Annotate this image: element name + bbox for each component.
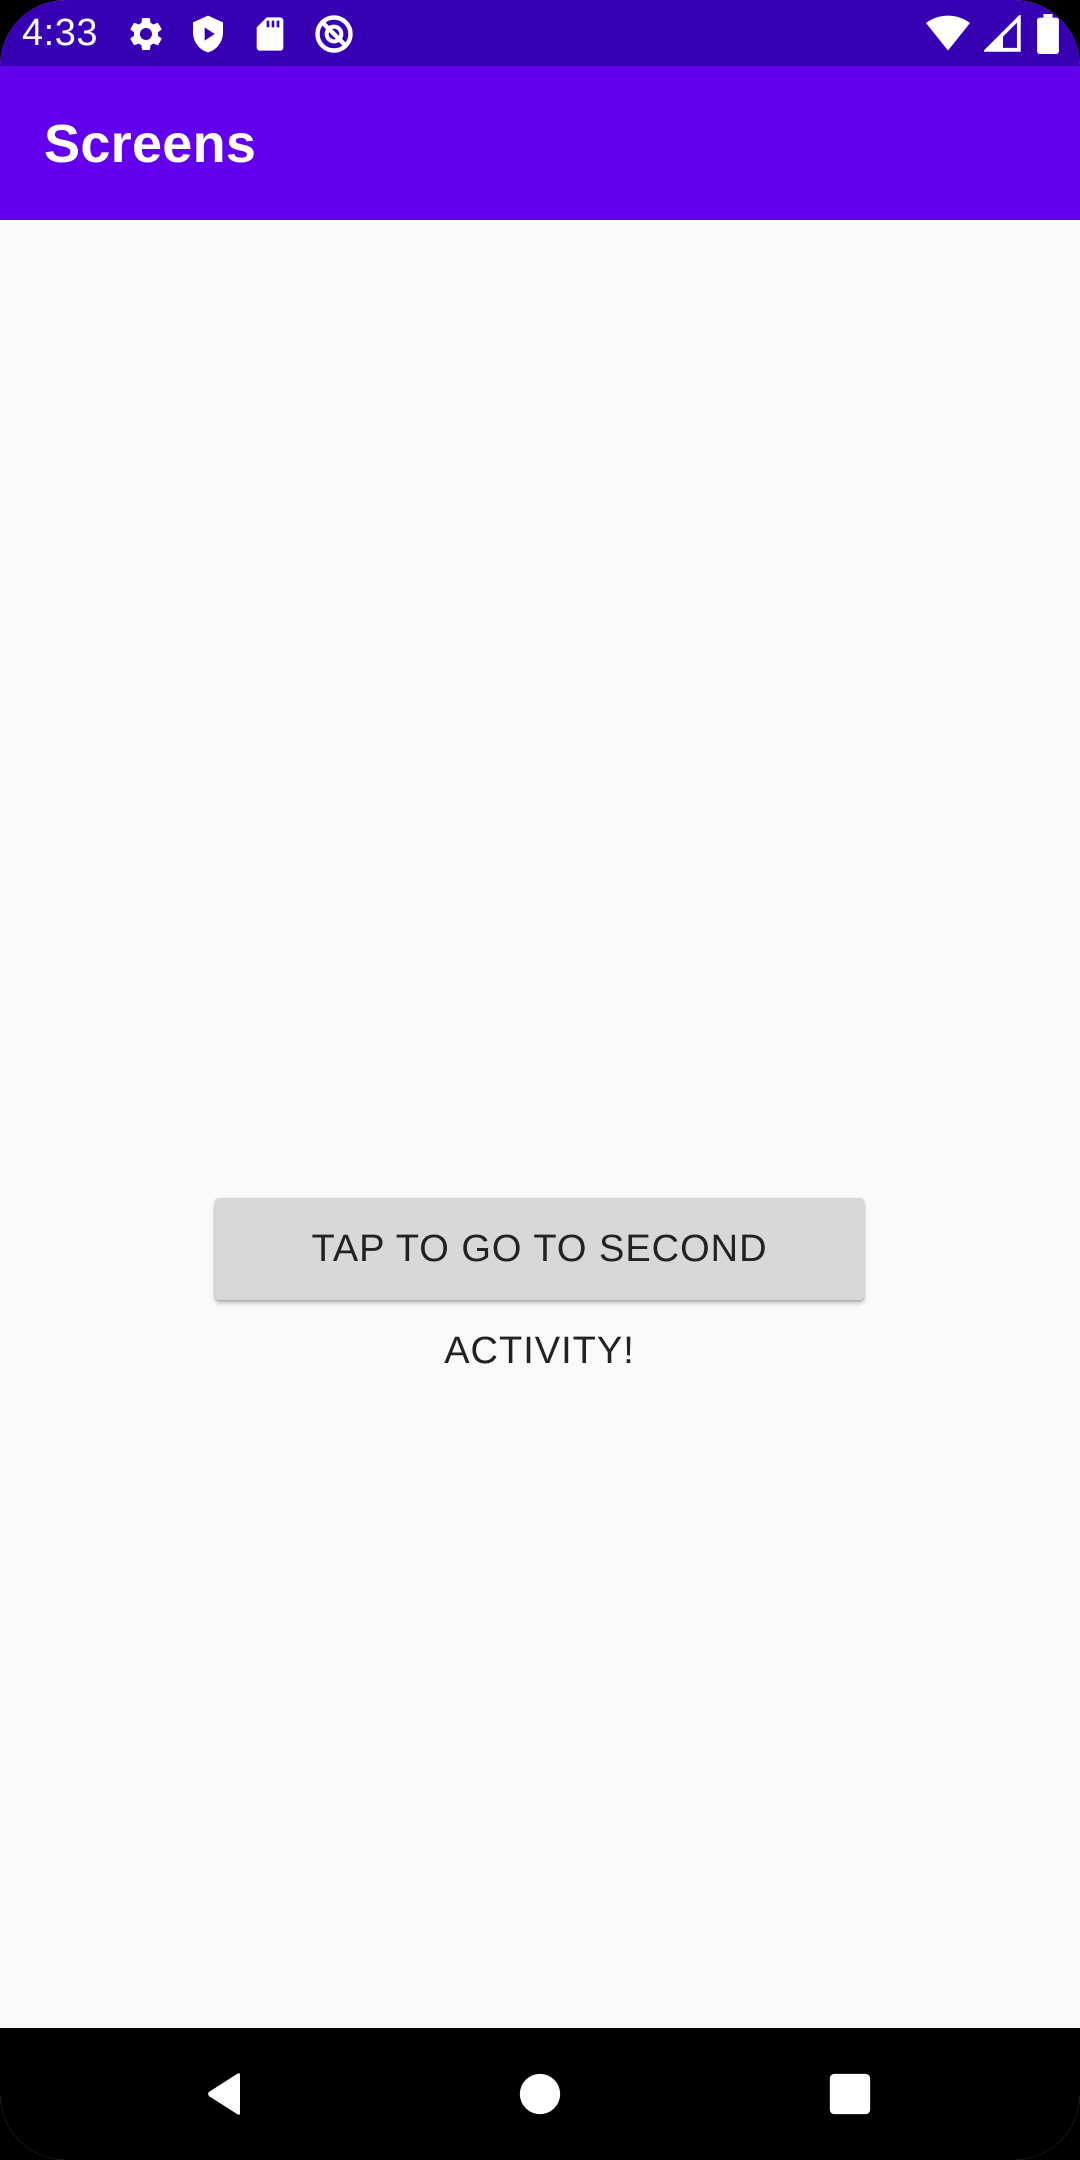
shield-play-icon xyxy=(188,14,228,54)
status-time: 4:33 xyxy=(22,12,98,54)
device-screen: 4:33 Screens TAP TO GO TO SECOND ACTIVIT… xyxy=(0,0,1080,2160)
no-sync-icon xyxy=(312,12,356,56)
navigation-bar xyxy=(0,2028,1080,2160)
back-button[interactable] xyxy=(190,2058,262,2130)
home-icon xyxy=(518,2072,562,2116)
recents-icon xyxy=(828,2072,872,2116)
settings-gear-icon xyxy=(126,14,166,54)
home-button[interactable] xyxy=(504,2058,576,2130)
wifi-icon xyxy=(926,14,970,54)
back-icon xyxy=(202,2070,250,2118)
go-to-second-activity-button[interactable]: TAP TO GO TO SECOND ACTIVITY! xyxy=(215,1198,864,1372)
status-icons-left xyxy=(126,12,356,56)
sd-card-icon xyxy=(250,14,290,54)
cell-signal-icon xyxy=(984,15,1022,53)
status-icons-right xyxy=(926,14,1060,54)
app-title: Screens xyxy=(44,114,257,174)
main-content xyxy=(0,220,1080,2028)
battery-icon xyxy=(1036,14,1060,54)
recents-button[interactable] xyxy=(814,2058,886,2130)
app-bar: Screens xyxy=(0,66,1080,220)
status-bar: 4:33 xyxy=(0,0,1080,66)
